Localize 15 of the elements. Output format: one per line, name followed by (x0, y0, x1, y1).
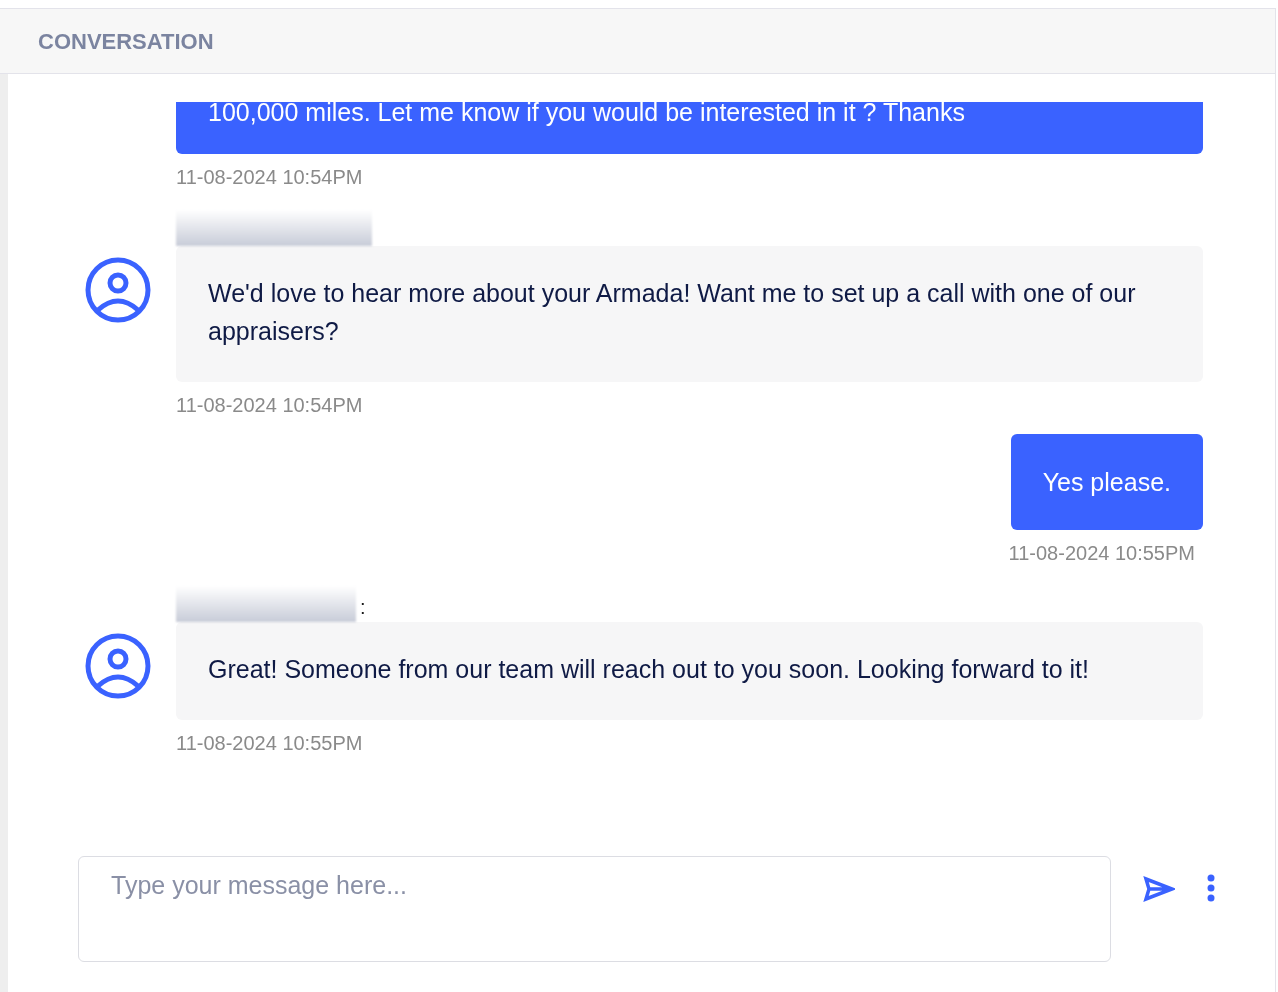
name-colon: : (360, 595, 366, 620)
message-time: 11-08-2024 10:54PM (176, 393, 364, 418)
message-time: 11-08-2024 10:55PM (176, 731, 364, 756)
incoming-message: We'd love to hear more about your Armada! Want me to set up a call with one of our appraisers? (176, 246, 1203, 382)
outgoing-message: Yes please. (1010, 434, 1203, 530)
user-avatar-icon (84, 256, 152, 324)
outgoing-message: 100,000 miles. Let me know if you would be interested in it ? Thanks (176, 102, 1203, 154)
message-time: 11-08-2024 10:55PM (1008, 541, 1195, 566)
panel-title: CONVERSATION (38, 27, 214, 56)
send-icon[interactable] (1143, 876, 1175, 902)
user-avatar-icon (84, 632, 152, 700)
incoming-message: Great! Someone from our team will reach out to you soon. Looking forward to it! (176, 622, 1203, 720)
message-input[interactable]: Type your message here... (78, 856, 1111, 962)
more-options-icon[interactable] (1207, 874, 1215, 902)
message-time: 11-08-2024 10:54PM (176, 165, 363, 190)
